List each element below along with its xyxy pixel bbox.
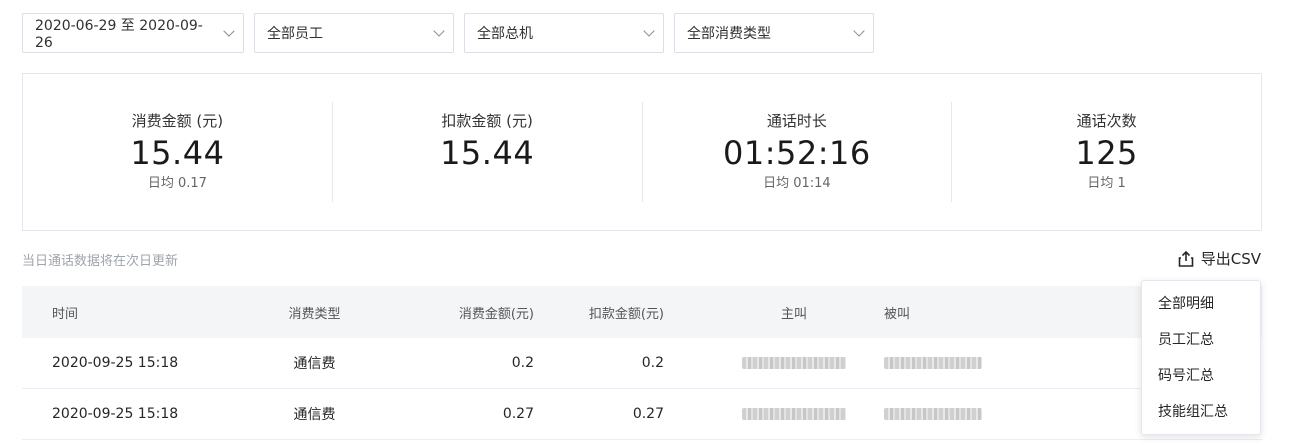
date-range-value: 2020-06-29 至 2020-09-26 (35, 18, 203, 51)
menu-item-all-details[interactable]: 全部明细 (1142, 286, 1260, 322)
header-type: 消费类型 (288, 306, 341, 322)
stat-daily-average: 日均 0.17 (147, 176, 207, 191)
header-caller: 主叫 (780, 306, 807, 322)
stat-call-duration: 通话时长 01:52:16 日均 01:14 (643, 102, 953, 202)
export-icon (1178, 250, 1194, 267)
stat-label: 通话次数 (1076, 112, 1137, 130)
header-deduct: 扣款金额(元) (588, 306, 664, 322)
cell-amount: 0.27 (502, 406, 534, 422)
stat-daily-average: 日均 01:14 (763, 176, 831, 191)
chevron-down-icon (223, 25, 235, 37)
data-update-note: 当日通话数据将在次日更新 (22, 254, 179, 269)
stat-consume-amount: 消费金额 (元) 15.44 日均 0.17 (23, 102, 333, 202)
consume-type-select[interactable]: 全部消费类型 (674, 13, 874, 53)
stat-label: 扣款金额 (元) (441, 112, 533, 130)
table-header: 时间 消费类型 消费金额(元) 扣款金额(元) 主叫 被叫 (22, 286, 1262, 338)
detail-table: 时间 消费类型 消费金额(元) 扣款金额(元) 主叫 被叫 2020-09-25… (22, 286, 1262, 440)
cell-callee-blurred (874, 406, 1004, 422)
cell-caller-blurred (664, 406, 874, 422)
export-dropdown-menu: 全部明细 员工汇总 码号汇总 技能组汇总 (1141, 280, 1261, 435)
chevron-down-icon (643, 25, 655, 37)
stat-call-count: 通话次数 125 日均 1 (952, 102, 1261, 202)
header-time: 时间 (52, 306, 79, 322)
cell-time: 2020-09-25 15:18 (52, 406, 179, 422)
stat-value: 15.44 (440, 134, 535, 172)
filter-bar: 2020-06-29 至 2020-09-26 全部员工 全部总机 全部消费类型 (22, 13, 874, 53)
stat-label: 通话时长 (766, 112, 827, 130)
cell-deduct: 0.2 (641, 355, 664, 371)
cell-amount: 0.2 (511, 355, 534, 371)
employee-select[interactable]: 全部员工 (254, 13, 454, 53)
menu-item-employee-summary[interactable]: 员工汇总 (1142, 322, 1260, 358)
host-select[interactable]: 全部总机 (464, 13, 664, 53)
export-csv-label: 导出CSV (1200, 250, 1261, 268)
cell-type: 通信费 (293, 407, 336, 423)
stat-value: 125 (1075, 134, 1138, 172)
stat-label: 消费金额 (元) (131, 112, 224, 130)
chevron-down-icon (853, 25, 865, 37)
summary-panel: 消费金额 (元) 15.44 日均 0.17 扣款金额 (元) 15.44 通话… (22, 73, 1262, 231)
stat-daily-average: 日均 1 (1087, 176, 1126, 191)
menu-item-number-summary[interactable]: 码号汇总 (1142, 358, 1260, 394)
stat-value: 01:52:16 (723, 134, 871, 172)
employee-value: 全部员工 (267, 26, 323, 42)
cell-time: 2020-09-25 15:18 (52, 355, 179, 371)
chevron-down-icon (433, 25, 445, 37)
table-row[interactable]: 2020-09-25 15:18 通信费 0.27 0.27 (22, 389, 1262, 440)
table-row[interactable]: 2020-09-25 15:18 通信费 0.2 0.2 (22, 338, 1262, 389)
cell-callee-blurred (874, 355, 1004, 371)
stat-value: 15.44 (130, 134, 225, 172)
cell-caller-blurred (664, 355, 874, 371)
consume-type-value: 全部消费类型 (687, 26, 771, 42)
header-amount: 消费金额(元) (458, 306, 534, 322)
stat-deduct-amount: 扣款金额 (元) 15.44 (333, 102, 643, 202)
menu-item-skill-group-summary[interactable]: 技能组汇总 (1142, 394, 1260, 430)
date-range-select[interactable]: 2020-06-29 至 2020-09-26 (22, 13, 244, 53)
host-value: 全部总机 (477, 26, 533, 42)
cell-deduct: 0.27 (632, 406, 664, 422)
header-callee: 被叫 (884, 306, 911, 322)
cell-type: 通信费 (293, 356, 336, 372)
export-csv-button[interactable]: 导出CSV (1177, 248, 1261, 269)
